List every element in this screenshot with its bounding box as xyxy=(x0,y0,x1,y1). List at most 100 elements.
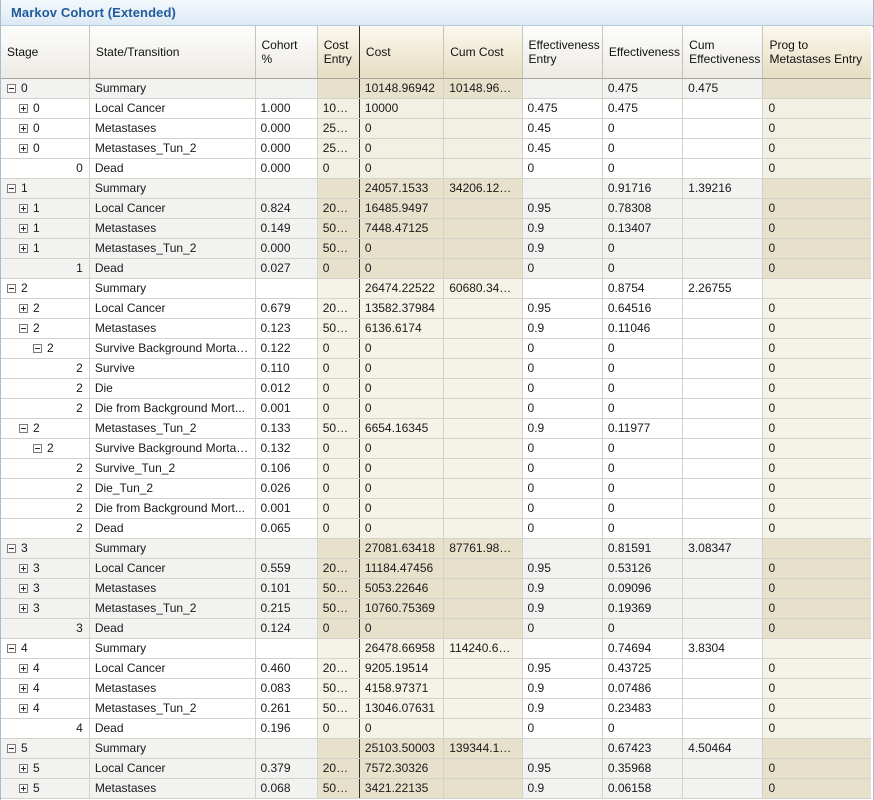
cell-stage[interactable]: 2 xyxy=(1,438,90,459)
collapse-icon[interactable] xyxy=(7,643,16,653)
cell-cum_cost[interactable] xyxy=(443,98,523,119)
cell-stage[interactable]: 2 xyxy=(1,498,90,519)
cell-state[interactable]: Summary xyxy=(89,538,256,559)
cell-cum_cost[interactable] xyxy=(443,118,523,139)
cell-eff_entry[interactable]: 0.9 xyxy=(522,778,603,799)
cell-state[interactable]: Metastases_Tun_2 xyxy=(89,698,256,719)
table-row[interactable]: 4 Local Cancer 0.460 20000 9205.19514 0.95 0.4… xyxy=(1,658,873,679)
cell-cost[interactable]: 0 xyxy=(359,478,445,499)
cell-cohort_pct[interactable]: 0.000 xyxy=(255,118,318,139)
cell-cum_effectiveness[interactable] xyxy=(682,198,764,219)
cell-cum_effectiveness[interactable] xyxy=(682,418,764,439)
cell-cost[interactable]: 10760.75369 xyxy=(359,598,445,619)
cell-cost_entry[interactable]: 50000 xyxy=(316,598,360,619)
cell-state[interactable]: Local Cancer xyxy=(89,658,256,679)
cell-effectiveness[interactable]: 0 xyxy=(602,258,684,279)
cell-prog_to_met_entry[interactable]: 0 xyxy=(762,318,873,339)
cell-cost[interactable]: 5053.22646 xyxy=(359,578,445,599)
cell-cum_cost[interactable] xyxy=(443,578,523,599)
cell-cohort_pct[interactable]: 0.559 xyxy=(255,558,318,579)
cell-cost[interactable]: 4158.97371 xyxy=(359,678,445,699)
cell-state[interactable]: Metastases xyxy=(89,778,256,799)
cell-eff_entry[interactable] xyxy=(522,538,603,559)
cell-eff_entry[interactable]: 0 xyxy=(522,358,603,379)
table-row[interactable]: 2 Metastases 0.123 50000 6136.6174 0.9 0.11046… xyxy=(1,318,873,339)
cell-cost[interactable]: 0 xyxy=(359,378,445,399)
cell-effectiveness[interactable]: 0.23483 xyxy=(602,698,684,719)
expand-icon[interactable] xyxy=(19,763,28,773)
cell-cost_entry[interactable]: 0 xyxy=(316,438,360,459)
cell-stage[interactable]: 4 xyxy=(1,658,90,679)
table-row[interactable]: 0 Local Cancer 1.000 10000 10000 0.475 0.475 0 xyxy=(1,98,873,119)
cell-cum_effectiveness[interactable]: 3.08347 xyxy=(682,538,764,559)
cell-effectiveness[interactable]: 0.475 xyxy=(602,78,684,99)
cell-prog_to_met_entry[interactable]: 0 xyxy=(762,158,873,179)
table-row[interactable]: 4 Metastases 0.083 50000 4158.97371 0.9 0.0748… xyxy=(1,678,873,699)
cell-cum_cost[interactable] xyxy=(443,398,523,419)
cell-cost[interactable]: 0 xyxy=(359,118,445,139)
cell-effectiveness[interactable]: 0.81591 xyxy=(602,538,684,559)
cell-state[interactable]: Dead xyxy=(89,518,256,539)
cell-eff_entry[interactable]: 0.9 xyxy=(522,578,603,599)
column-header-prog_to_met_entry[interactable]: Prog to Metastases Entry xyxy=(762,26,873,79)
expand-icon[interactable] xyxy=(19,303,28,313)
cell-prog_to_met_entry[interactable]: 0 xyxy=(762,598,873,619)
column-header-eff_entry[interactable]: Effectiveness Entry xyxy=(522,26,603,79)
cell-eff_entry[interactable]: 0.9 xyxy=(522,698,603,719)
collapse-icon[interactable] xyxy=(7,543,16,553)
cell-eff_entry[interactable]: 0.95 xyxy=(522,198,603,219)
cell-cost_entry[interactable]: 25000 xyxy=(316,138,360,159)
collapse-icon[interactable] xyxy=(33,443,42,453)
cell-cost_entry[interactable] xyxy=(316,78,360,99)
cell-cost[interactable]: 6654.16345 xyxy=(359,418,445,439)
cell-cohort_pct[interactable]: 0.000 xyxy=(255,238,318,259)
table-row[interactable]: 2 Metastases_Tun_2 0.133 50000 6654.16345 0.9… xyxy=(1,418,873,439)
cell-stage[interactable]: 4 xyxy=(1,678,90,699)
cell-prog_to_met_entry[interactable]: 0 xyxy=(762,338,873,359)
cell-prog_to_met_entry[interactable]: 0 xyxy=(762,118,873,139)
cell-cost_entry[interactable]: 0 xyxy=(316,718,360,739)
cell-prog_to_met_entry[interactable]: 0 xyxy=(762,718,873,739)
cell-eff_entry[interactable]: 0 xyxy=(522,478,603,499)
cell-stage[interactable]: 5 xyxy=(1,738,90,759)
cell-effectiveness[interactable]: 0 xyxy=(602,118,684,139)
cell-cost[interactable]: 0 xyxy=(359,458,445,479)
cell-cohort_pct[interactable] xyxy=(255,178,318,199)
cell-cost_entry[interactable]: 50000 xyxy=(316,318,360,339)
cell-eff_entry[interactable]: 0.95 xyxy=(522,558,603,579)
cell-eff_entry[interactable]: 0.45 xyxy=(522,138,603,159)
cell-cohort_pct[interactable]: 0.026 xyxy=(255,478,318,499)
cell-cohort_pct[interactable]: 0.679 xyxy=(255,298,318,319)
cell-effectiveness[interactable]: 0 xyxy=(602,458,684,479)
cell-cost_entry[interactable]: 0 xyxy=(316,378,360,399)
cell-state[interactable]: Summary xyxy=(89,178,256,199)
collapse-icon[interactable] xyxy=(7,743,16,753)
cell-prog_to_met_entry[interactable]: 0 xyxy=(762,498,873,519)
cell-cohort_pct[interactable]: 0.027 xyxy=(255,258,318,279)
cell-cohort_pct[interactable] xyxy=(255,278,318,299)
cell-prog_to_met_entry[interactable]: 0 xyxy=(762,678,873,699)
cell-effectiveness[interactable]: 0.74694 xyxy=(602,638,684,659)
cell-effectiveness[interactable]: 0.13407 xyxy=(602,218,684,239)
cell-stage[interactable]: 2 xyxy=(1,378,90,399)
cell-cohort_pct[interactable]: 0.460 xyxy=(255,658,318,679)
cell-eff_entry[interactable]: 0 xyxy=(522,498,603,519)
table-row[interactable]: 0 Summary 10148.96942 10148.96942 0.475 0.475 xyxy=(1,78,873,99)
cell-cost_entry[interactable]: 50000 xyxy=(316,418,360,439)
cell-state[interactable]: Summary xyxy=(89,638,256,659)
expand-icon[interactable] xyxy=(19,703,28,713)
cell-cohort_pct[interactable]: 0.261 xyxy=(255,698,318,719)
cell-cum_cost[interactable] xyxy=(443,518,523,539)
cell-stage[interactable]: 1 xyxy=(1,258,90,279)
cell-prog_to_met_entry[interactable]: 0 xyxy=(762,398,873,419)
table-row[interactable]: 1 Summary 24057.1533 34206.12272 0.91716 1.39… xyxy=(1,178,873,199)
collapse-icon[interactable] xyxy=(33,343,42,353)
cell-stage[interactable]: 2 xyxy=(1,338,90,359)
cell-cum_cost[interactable] xyxy=(443,298,523,319)
cell-prog_to_met_entry[interactable]: 0 xyxy=(762,758,873,779)
cell-cost[interactable]: 0 xyxy=(359,338,445,359)
cell-effectiveness[interactable]: 0.78308 xyxy=(602,198,684,219)
cell-eff_entry[interactable] xyxy=(522,638,603,659)
cell-cum_effectiveness[interactable] xyxy=(682,138,764,159)
cell-stage[interactable]: 0 xyxy=(1,138,90,159)
